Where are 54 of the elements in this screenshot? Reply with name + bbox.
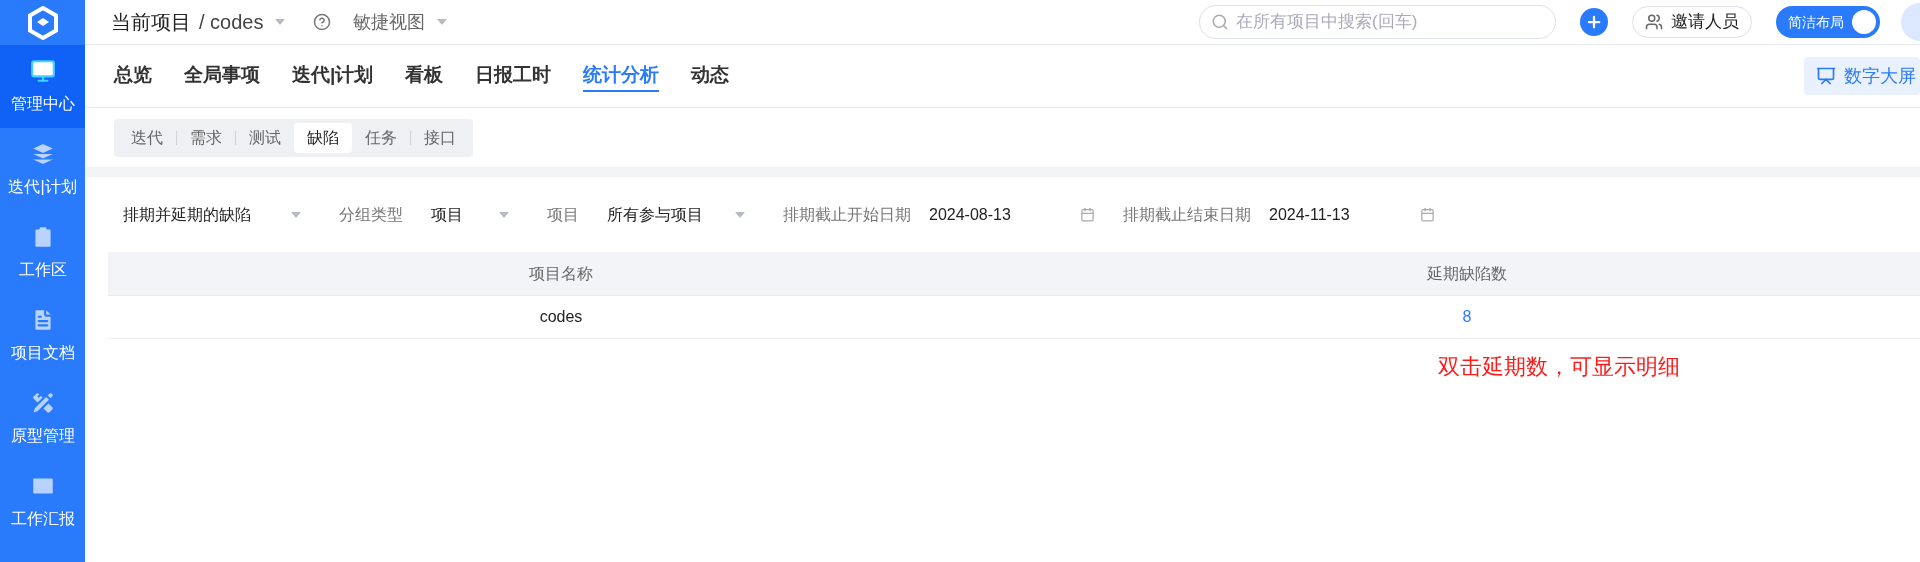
people-icon: [1645, 13, 1663, 31]
sidebar-item[interactable]: 项目文档: [0, 294, 85, 377]
count-link[interactable]: 8: [1462, 305, 1472, 329]
sidebar-item[interactable]: 原型管理: [0, 377, 85, 460]
date-field[interactable]: 2024-11-13: [1263, 197, 1441, 232]
filter-label: 排期截止结束日期: [1123, 204, 1251, 225]
nav-tab[interactable]: 全局事项: [184, 60, 260, 92]
sidebar-item[interactable]: 工作汇报: [0, 460, 85, 543]
sidebar-item[interactable]: 管理中心: [0, 45, 85, 128]
select-field[interactable]: 所有参与项目: [591, 197, 761, 232]
sub-tab[interactable]: 任务: [352, 122, 410, 153]
project-label: 当前项目: [111, 10, 191, 35]
caret-icon: [499, 211, 509, 218]
view-selector[interactable]: 敏捷视图: [353, 8, 448, 36]
sub-tab[interactable]: 接口: [411, 122, 469, 153]
calendar-icon: [1080, 207, 1095, 222]
add-button[interactable]: [1580, 8, 1608, 36]
date-field[interactable]: 2024-08-13: [923, 197, 1101, 232]
caret-icon: [437, 19, 448, 25]
big-screen-button[interactable]: 数字大屏: [1804, 57, 1920, 95]
project-selector[interactable]: / codes: [199, 7, 286, 37]
nav-tab[interactable]: 动态: [691, 60, 730, 92]
select-field[interactable]: 排期并延期的缺陷: [107, 197, 317, 232]
caret-icon: [735, 211, 745, 218]
filter-label: 排期截止开始日期: [783, 204, 911, 225]
nav-tab[interactable]: 日报工时: [475, 60, 552, 92]
plus-icon: [1585, 13, 1603, 31]
layout-toggle[interactable]: 简洁布局: [1776, 6, 1880, 38]
monitor-icon: [29, 57, 56, 84]
sidebar-item[interactable]: 工作区: [0, 211, 85, 294]
nav-tab[interactable]: 看板: [405, 60, 444, 92]
sub-tab[interactable]: 需求: [177, 122, 235, 153]
caret-icon: [291, 211, 301, 218]
nav-tab[interactable]: 总览: [114, 60, 152, 92]
calendar-icon: [1420, 207, 1435, 222]
search-icon: [1211, 13, 1229, 31]
select-field[interactable]: 项目: [415, 197, 525, 232]
nav-tab[interactable]: 统计分析: [583, 60, 660, 92]
column-header: 延期缺陷数: [1427, 263, 1507, 284]
nav-tab[interactable]: 迭代|计划: [292, 60, 374, 92]
filter-label: 项目: [547, 204, 579, 225]
column-header: 项目名称: [529, 263, 593, 284]
search-field[interactable]: 在所有项目中搜索(回车): [1199, 5, 1556, 39]
help-icon[interactable]: [313, 13, 332, 31]
sidebar-item[interactable]: 迭代|计划: [0, 128, 85, 211]
sub-tab[interactable]: 测试: [236, 122, 294, 153]
filter-label: 分组类型: [339, 204, 403, 225]
sub-tab[interactable]: 缺陷: [294, 122, 352, 153]
annotation-text: 双击延期数，可显示明细: [1438, 354, 1680, 379]
table-cell-text: codes: [539, 307, 583, 327]
sub-tab[interactable]: 迭代: [118, 122, 176, 153]
logo-icon: [25, 5, 60, 40]
screen-icon: [1816, 66, 1836, 86]
caret-icon: [275, 19, 286, 25]
